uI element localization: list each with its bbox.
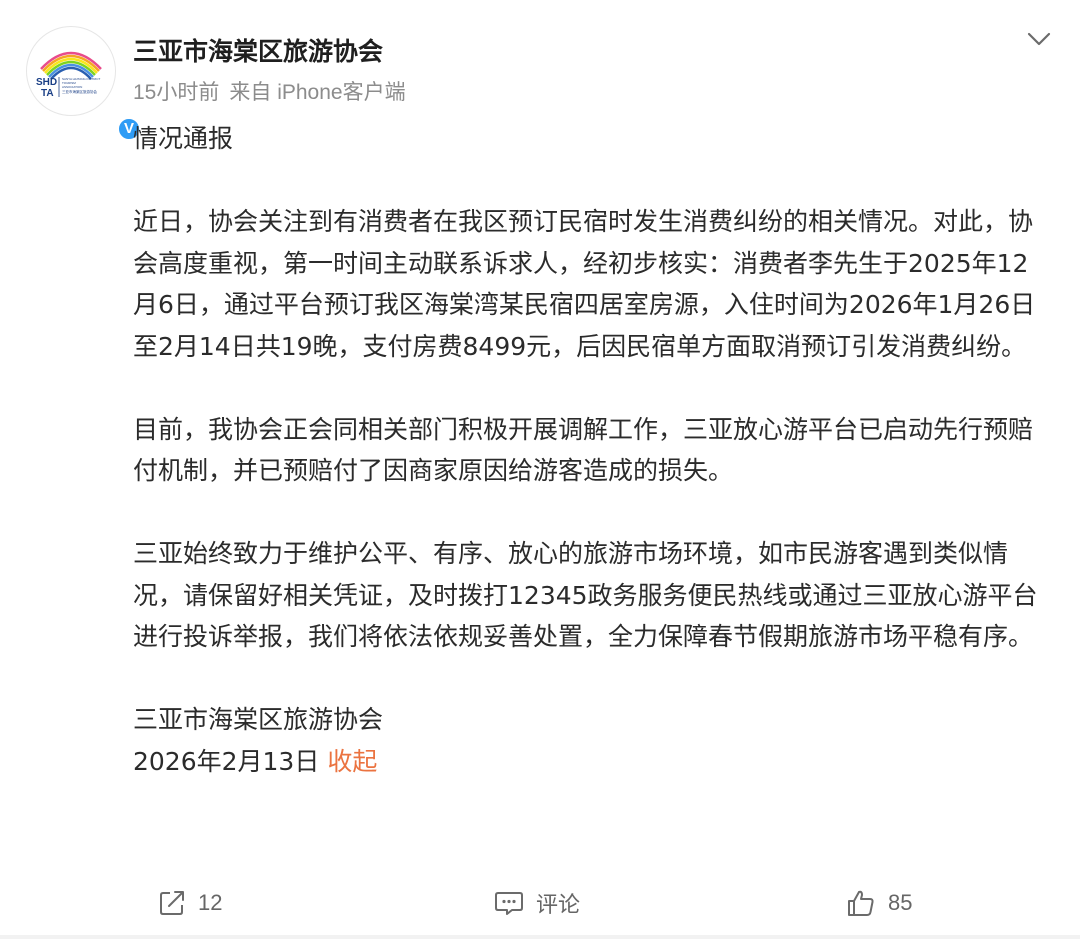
post-heading: 情况通报 [133, 124, 234, 153]
post-signature: 三亚市海棠区旅游协会 [133, 705, 384, 734]
association-logo: SHD TA SANYA HAITANG DISTRICT TOURISM AS… [36, 51, 102, 99]
post-body: 情况通报 近日，协会关注到有消费者在我区预订民宿时发生消费纠纷的相关情况。对此，… [133, 118, 1053, 782]
post-meta: 15小时前 来自 iPhone客户端 [133, 76, 416, 106]
collapse-link[interactable]: 收起 [327, 747, 377, 776]
divider [0, 935, 1080, 939]
author-name[interactable]: 三亚市海棠区旅游协会 [133, 32, 383, 68]
logo-text-top: SHD [36, 77, 57, 88]
logo-text-bottom: TA [41, 88, 54, 99]
post-date: 2026年2月13日 [133, 746, 320, 776]
avatar[interactable]: SHD TA SANYA HAITANG DISTRICT TOURISM AS… [26, 26, 142, 142]
comment-button[interactable]: 评论 [494, 880, 580, 926]
comment-label: 评论 [536, 892, 581, 917]
post-date-line: 2026年2月13日 收起 [133, 741, 1053, 783]
comment-icon [495, 892, 523, 915]
repost-button[interactable]: 12 [158, 880, 222, 926]
logo-line-4: 三亚市海棠区旅游协会 [62, 89, 97, 94]
action-bar: 12 评论 85 [0, 880, 1080, 926]
thumbs-up-icon [848, 890, 874, 916]
post-paragraph: 近日，协会关注到有消费者在我区预订民宿时发生消费纠纷的相关情况。对此，协会高度重… [133, 207, 1036, 361]
post-time: 15小时前 [133, 81, 220, 104]
like-button[interactable]: 85 [846, 880, 912, 926]
chevron-down-icon[interactable] [1024, 26, 1054, 52]
share-icon [160, 891, 184, 915]
post-paragraph: 三亚始终致力于维护公平、有序、放心的旅游市场环境，如市民游客遇到类似情况，请保留… [133, 539, 1038, 651]
repost-count: 12 [198, 890, 223, 915]
post-paragraph: 目前，我协会正会同相关部门积极开展调解工作，三亚放心游平台已启动先行预赔付机制，… [133, 414, 1034, 486]
post-source: 来自 iPhone客户端 [229, 81, 406, 104]
logo-line-3: ASSOCIATION [62, 85, 82, 89]
like-count: 85 [888, 890, 913, 915]
